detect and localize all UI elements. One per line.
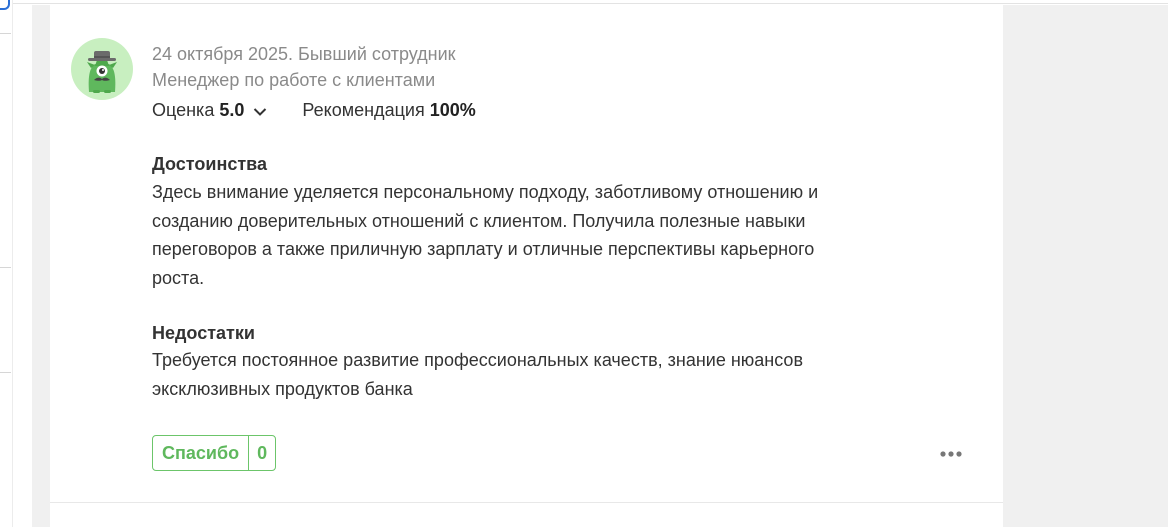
rating-row: Оценка 5.0 Рекомендация 100% [152,98,476,123]
recommend-value: 100% [429,100,476,120]
cons-text: Требуется постоянное развитие профессион… [152,350,804,399]
rating-value[interactable]: 5.0 [219,100,244,120]
chevron-down-icon[interactable] [253,99,267,123]
more-dots-icon[interactable] [938,445,964,463]
thanks-count: 0 [248,436,275,470]
pros-text: Здесь внимание уделяется персональному п… [152,182,819,289]
left-corner-mark [0,0,10,10]
page-gutter-right [1003,5,1168,527]
review-card: 24 октября 2025. Бывший сотрудник Менедж… [50,5,1003,502]
review-meta: 24 октября 2025. Бывший сотрудник Менедж… [152,41,456,93]
page-top-border [0,3,1168,4]
pros-title: Достоинства [152,154,267,174]
thanks-label[interactable]: Спасибо [153,436,248,470]
page-gutter-left [32,5,50,527]
recommend-label: Рекомендация [302,100,425,120]
rating-label: Оценка [152,100,215,120]
next-card-top [50,503,1003,527]
thanks-button[interactable]: Спасибо 0 [152,435,277,471]
left-tick [0,267,11,268]
left-tick [0,33,11,34]
anonymous-owl-avatar-icon [71,38,133,100]
left-edge-panel [0,0,13,527]
review-date-status: 24 октября 2025. Бывший сотрудник [152,44,456,64]
left-tick [0,372,11,373]
review-position: Менеджер по работе с клиентами [152,70,436,90]
cons-title: Недостатки [152,323,255,343]
